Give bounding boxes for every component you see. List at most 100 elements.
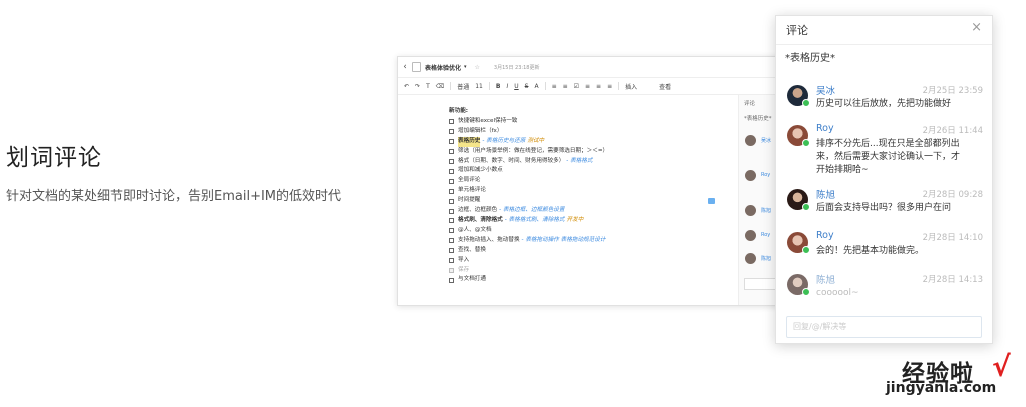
task-link[interactable]: - 表格格式刷、清除格式 <box>505 216 565 226</box>
clear-format-icon[interactable]: ⌫ <box>436 83 444 90</box>
updated-time: 3月15日 23:18更新 <box>493 64 540 71</box>
checkbox[interactable] <box>449 158 454 164</box>
task-item: 增加编辑栏（fx） <box>449 127 608 137</box>
checkbox[interactable] <box>449 178 454 184</box>
comment-author[interactable]: 陈旭 <box>816 187 835 201</box>
format-painter-icon[interactable]: T <box>426 83 430 90</box>
task-text: 格式（日期、数字、时间、财务用得较多） <box>458 157 565 164</box>
task-item: 增加和减少小数点 <box>449 166 608 176</box>
bullet-list-icon[interactable]: ≡ <box>563 83 568 90</box>
underline-button[interactable]: U <box>514 83 518 90</box>
reply-placeholder: 回复/@/解决等 <box>793 322 847 331</box>
task-link[interactable]: - 表格历史与还原 <box>482 137 525 147</box>
task-item: 保存 <box>449 266 608 276</box>
back-icon[interactable]: ‹ <box>398 62 412 72</box>
comment-author[interactable]: Roy <box>816 123 834 134</box>
task-text: 筛选（用户场景举例：做在线登记，需要筛选日期；＞＜=） <box>458 147 609 154</box>
editor-screenshot: ‹ 表格体验优化 ▾ ☆ 3月15日 23:18更新 ↶ ↷ T ⌫ 普通 11… <box>397 56 799 306</box>
close-icon[interactable]: × <box>971 20 982 35</box>
checkbox[interactable] <box>449 208 454 214</box>
task-item: @人、@文档 <box>449 226 608 236</box>
style-select[interactable]: 普通 <box>457 82 469 91</box>
status-badge: 测试中 <box>527 137 545 144</box>
task-text: 全局评论 <box>458 177 481 184</box>
task-text: 快捷键和excel保持一致 <box>458 117 518 124</box>
checkbox[interactable] <box>449 168 454 174</box>
avatar <box>745 230 756 241</box>
chevron-down-icon[interactable]: ▾ <box>464 64 467 70</box>
task-link[interactable]: - 表格拖动操作 表格拖动规范设计 <box>522 236 606 246</box>
comment-marker-icon[interactable] <box>708 198 715 204</box>
reply-input[interactable]: 回复/@/解决等 <box>786 316 982 338</box>
online-status-icon <box>802 288 810 296</box>
indent-icon[interactable]: ≡ <box>596 83 601 90</box>
checkbox[interactable] <box>449 149 454 155</box>
checkbox[interactable] <box>449 277 454 283</box>
toolbar-divider <box>488 82 490 90</box>
editor-toolbar: ↶ ↷ T ⌫ 普通 11 B I U S A ≡ ≡ ☑ ≡ ≡ ≡ 插入 查… <box>398 78 798 95</box>
checkbox[interactable] <box>449 119 454 125</box>
comment-date: 2月28日 09:28 <box>922 190 983 200</box>
checkbox[interactable] <box>449 218 454 224</box>
task-item: 快捷键和excel保持一致 <box>449 117 608 127</box>
task-link[interactable]: - 表格边框、边框颜色设置 <box>499 206 564 216</box>
checkbox[interactable] <box>449 139 454 145</box>
task-text: 边框、边框颜色 <box>458 207 498 214</box>
task-item: 筛选（用户场景举例：做在线登记，需要筛选日期；＞＜=） <box>449 147 608 157</box>
online-status-icon <box>802 246 810 254</box>
outdent-icon[interactable]: ≡ <box>607 83 612 90</box>
task-item: 支持拖动插入、拖动替换 - 表格拖动操作 表格拖动规范设计 <box>449 236 608 246</box>
task-item: 格式刷、清除格式 - 表格格式刷、清除格式 开发中 <box>449 216 608 226</box>
checkbox[interactable] <box>449 188 454 194</box>
task-item: 查找、替换 <box>449 246 608 256</box>
italic-button[interactable]: I <box>506 83 508 90</box>
bold-button[interactable]: B <box>496 83 501 90</box>
task-text: 单元格评论 <box>458 187 486 194</box>
editor-body[interactable]: 新功能: 快捷键和excel保持一致 增加编辑栏（fx） 表格历史 - 表格历史与还原测… <box>398 95 738 305</box>
comment-text: 排序不分先后...现在只是全部都列出来，然后需要大家讨论确认一下，才开始排期哈~ <box>816 139 961 175</box>
toolbar-divider <box>544 82 546 90</box>
comment-author[interactable]: 陈旭 <box>816 272 835 286</box>
checkbox[interactable] <box>449 228 454 234</box>
strikethrough-button[interactable]: S <box>525 83 529 90</box>
mini-name: 陈旭 <box>761 208 772 214</box>
toolbar-divider <box>450 82 452 90</box>
checkbox[interactable] <box>449 198 454 204</box>
task-link[interactable]: - 表格格式 <box>566 157 592 167</box>
comment-author[interactable]: Roy <box>816 230 834 241</box>
task-item: 导入 <box>449 256 608 266</box>
font-size-select[interactable]: 11 <box>475 83 483 90</box>
view-menu[interactable]: 查看 <box>659 82 671 91</box>
task-text: 支持拖动插入、拖动替换 <box>458 236 520 243</box>
panel-header: 评论 × <box>776 16 992 45</box>
checklist-icon[interactable]: ☑ <box>574 83 579 90</box>
align-icon[interactable]: ≡ <box>585 83 590 90</box>
comment-text: coooool~ <box>816 288 859 298</box>
task-item: 边框、边框颜色 - 表格边框、边框颜色设置 <box>449 206 608 216</box>
mini-name: 吴冰 <box>761 138 772 144</box>
task-item: 全局评论 <box>449 176 608 186</box>
checkbox[interactable] <box>449 129 454 135</box>
task-text: @人、@文档 <box>458 226 492 233</box>
ordered-list-icon[interactable]: ≡ <box>552 83 557 90</box>
avatar <box>745 205 756 216</box>
doc-title[interactable]: 表格体验优化 <box>425 63 461 72</box>
insert-menu[interactable]: 插入 <box>625 82 637 91</box>
text-color-button[interactable]: A <box>534 83 538 90</box>
checkbox[interactable] <box>449 258 454 264</box>
undo-icon[interactable]: ↶ <box>404 83 409 90</box>
checkbox[interactable] <box>449 238 454 244</box>
star-icon[interactable]: ☆ <box>475 64 480 71</box>
task-text: 导入 <box>458 256 470 263</box>
document-icon <box>412 62 421 72</box>
comment-date: 2月28日 14:10 <box>922 233 983 243</box>
comment-author[interactable]: 吴冰 <box>816 83 835 97</box>
task-list: 新功能: 快捷键和excel保持一致 增加编辑栏（fx） 表格历史 - 表格历史与还原测… <box>449 107 608 285</box>
watermark: 经验啦 √ jingyanla.com <box>872 350 1022 404</box>
task-text: 新功能: <box>449 108 469 114</box>
checkbox[interactable] <box>449 248 454 254</box>
redo-icon[interactable]: ↷ <box>415 83 420 90</box>
checkbox[interactable] <box>449 267 454 273</box>
task-text: 增加和减少小数点 <box>458 167 503 174</box>
task-item: 时间提醒 <box>449 196 608 206</box>
